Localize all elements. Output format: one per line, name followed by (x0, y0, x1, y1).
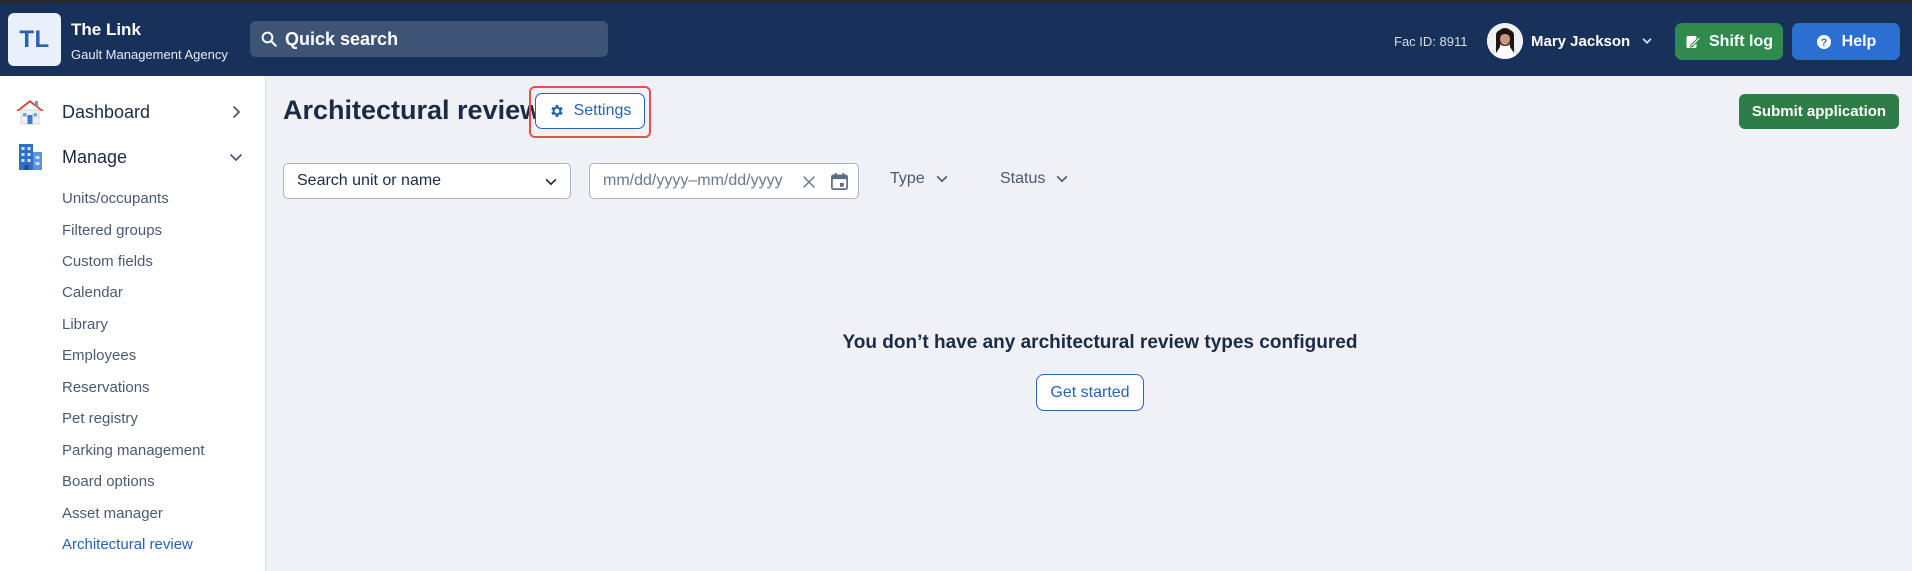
house-icon (16, 100, 44, 125)
sidebar-item-manage[interactable]: Manage (0, 136, 266, 178)
sidebar-item-architectural-review[interactable]: Architectural review (62, 536, 193, 553)
sidebar-item-reservations[interactable]: Reservations (62, 379, 150, 396)
chevron-right-icon (233, 106, 241, 118)
type-filter-dropdown[interactable]: Type (890, 170, 949, 188)
chevron-down-icon[interactable] (1640, 34, 1654, 48)
status-filter-dropdown[interactable]: Status (1000, 170, 1069, 188)
get-started-button[interactable]: Get started (1036, 374, 1144, 411)
sidebar-item-units-occupants[interactable]: Units/occupants (62, 190, 169, 207)
question-circle-icon: ? (1816, 34, 1831, 49)
top-navigation-bar: TL The Link Gault Management Agency Quic… (0, 0, 1912, 76)
settings-button[interactable]: Settings (535, 93, 645, 129)
avatar[interactable] (1487, 23, 1523, 59)
svg-text:?: ? (1820, 37, 1827, 49)
user-name[interactable]: Mary Jackson (1531, 33, 1630, 50)
shift-log-button[interactable]: Shift log (1675, 23, 1783, 60)
close-icon[interactable] (802, 175, 816, 189)
sidebar-item-dashboard[interactable]: Dashboard (0, 91, 266, 133)
sidebar-item-board-options[interactable]: Board options (62, 473, 155, 490)
submit-application-button[interactable]: Submit application (1739, 94, 1899, 129)
gear-icon (550, 105, 563, 117)
manage-label: Manage (62, 146, 128, 167)
app-name: The Link (71, 20, 141, 39)
date-range-placeholder: mm/dd/yyyy–mm/dd/yyyy (603, 172, 783, 189)
quick-search-input[interactable]: Quick search (250, 21, 608, 57)
building-icon (19, 144, 42, 170)
empty-state-message: You don’t have any architectural review … (842, 332, 1358, 353)
settings-label: Settings (573, 102, 632, 119)
date-range-input[interactable]: mm/dd/yyyy–mm/dd/yyyy (589, 163, 859, 199)
logo-initials: TL (19, 25, 50, 53)
sidebar-item-parking-management[interactable]: Parking management (62, 442, 205, 459)
page-title: Architectural review (283, 95, 542, 125)
quick-search-placeholder: Quick search (285, 28, 399, 49)
facility-id: Fac ID: 8911 (1394, 34, 1468, 49)
sidebar: Dashboard Manage Units/occupants Filtere… (0, 76, 266, 571)
search-unit-placeholder: Search unit or name (297, 172, 442, 189)
sidebar-item-custom-fields[interactable]: Custom fields (62, 253, 153, 270)
app-logo[interactable]: TL (8, 13, 61, 66)
sidebar-item-library[interactable]: Library (62, 316, 108, 333)
sidebar-item-filtered-groups[interactable]: Filtered groups (62, 222, 162, 239)
status-filter-label: Status (1000, 170, 1046, 187)
chevron-down-icon (936, 175, 947, 183)
help-button[interactable]: ? Help (1792, 23, 1900, 60)
sidebar-item-pet-registry[interactable]: Pet registry (62, 410, 138, 427)
chevron-down-icon (545, 178, 557, 186)
shift-log-label: Shift log (1709, 32, 1773, 50)
clipboard-pen-icon (1686, 35, 1701, 48)
search-unit-or-name-select[interactable]: Search unit or name (283, 163, 571, 199)
type-filter-label: Type (890, 170, 925, 187)
help-label: Help (1841, 32, 1877, 50)
chevron-down-icon (1057, 175, 1068, 183)
sidebar-item-calendar[interactable]: Calendar (62, 284, 123, 301)
chevron-down-icon (230, 154, 242, 162)
sidebar-item-asset-manager[interactable]: Asset manager (62, 505, 163, 522)
user-photo-icon (1487, 23, 1523, 59)
organization-name[interactable]: Gault Management Agency (71, 47, 228, 62)
calendar-icon[interactable] (830, 172, 849, 191)
search-icon (261, 31, 277, 47)
dashboard-label: Dashboard (62, 101, 151, 122)
sidebar-item-employees[interactable]: Employees (62, 347, 136, 364)
